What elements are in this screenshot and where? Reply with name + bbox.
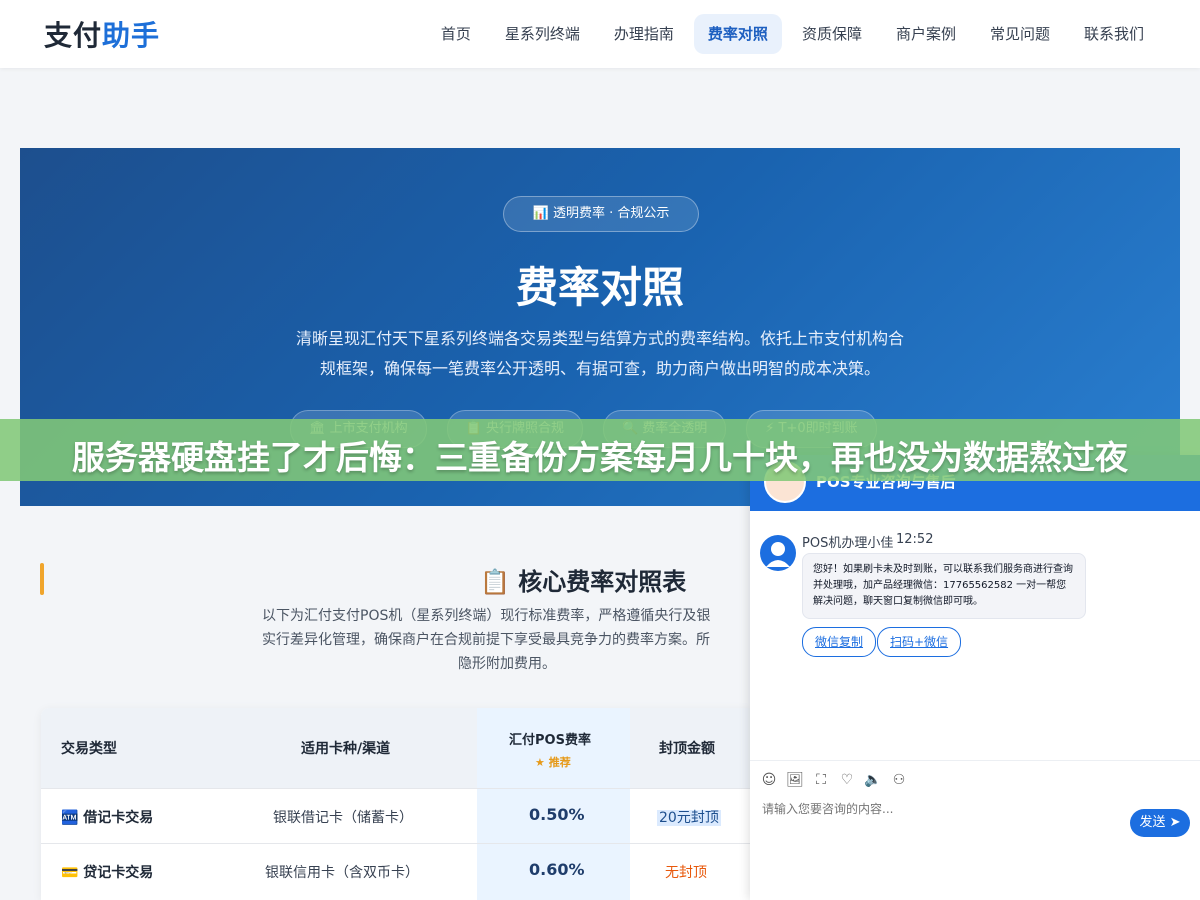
screenshot-icon[interactable]: ⛶	[812, 771, 830, 789]
site-header: 支付助手 首页 星系列终端 办理指南 费率对照 资质保障 商户案例 常见问题 联…	[0, 0, 1200, 68]
row-cap: 无封顶	[665, 865, 707, 881]
table-row: 🏧 借记卡交易 银联借记卡（储蓄卡） 0.50% 20元封顶	[41, 788, 751, 844]
th-card-channel: 适用卡种/渠道	[301, 741, 391, 757]
nav-item-faq[interactable]: 常见问题	[976, 14, 1064, 54]
main-nav: 首页 星系列终端 办理指南 费率对照 资质保障 商户案例 常见问题 联系我们	[427, 14, 1158, 54]
row-channel: 银联借记卡（储蓄卡）	[273, 810, 413, 826]
message-time: 12:52	[896, 532, 934, 547]
wechat-icon[interactable]: ⚇	[890, 771, 908, 789]
hero-desc-line-2: 规框架，确保每一笔费率公开透明、有据可查，助力商户做出明智的成本决策。	[319, 359, 880, 378]
row-rate: 0.50%	[529, 805, 585, 824]
hero-title: 费率对照	[515, 263, 684, 312]
nav-item-contact[interactable]: 联系我们	[1070, 14, 1158, 54]
row-type: 💳 贷记卡交易	[61, 865, 154, 881]
logo-text-part2: 助手	[102, 19, 161, 52]
scan-wechat-button[interactable]: 扫码+微信	[877, 627, 962, 657]
overlay-title-banner: 服务器硬盘挂了才后悔：三重备份方案每月几十块，再也没为数据熬过夜	[0, 419, 1200, 481]
nav-item-home[interactable]: 首页	[427, 14, 485, 54]
section-accent-bar	[40, 563, 44, 595]
voice-icon[interactable]: 🔈	[864, 771, 882, 789]
th-transaction-type: 交易类型	[61, 741, 117, 757]
agent-name: POS机办理小佳	[802, 536, 894, 551]
chat-toolbar: ☺ 🖼 ⛶ ♡ 🔈 ⚇	[750, 760, 1200, 799]
table-row: 💳 贷记卡交易 银联信用卡（含双币卡） 0.60% 无封顶	[41, 843, 751, 899]
nav-item-qualification[interactable]: 资质保障	[788, 14, 876, 54]
message-avatar	[760, 535, 796, 571]
th-pos-rate: 汇付POS费率	[509, 733, 591, 748]
chat-widget: POS专业咨询与售后 POS机办理小佳 12:52 您好！如果刷卡未及时到账，可…	[750, 455, 1200, 900]
nav-item-star-terminals[interactable]: 星系列终端	[491, 14, 594, 54]
message-bubble: 您好！如果刷卡未及时到账，可以联系我们服务商进行查询并处理哦，加产品经理微信：1…	[802, 553, 1086, 619]
hero-description: 清晰呈现汇付天下星系列终端各交易类型与结算方式的费率结构。依托上市支付机构合 规…	[270, 324, 930, 384]
nav-item-rates[interactable]: 费率对照	[693, 14, 782, 54]
image-icon[interactable]: 🖼	[786, 771, 804, 789]
row-channel: 银联信用卡（含双币卡）	[265, 865, 419, 881]
copy-wechat-button[interactable]: 微信复制	[802, 627, 877, 657]
section-desc-line-1: 以下为汇付支付POS机（星系列终端）现行标准费率，严格遵循央行及银	[262, 608, 711, 624]
section-description: 以下为汇付支付POS机（星系列终端）现行标准费率，严格遵循央行及银 实行差异化管…	[262, 604, 752, 676]
emoji-icon[interactable]: ☺	[760, 771, 778, 789]
row-cap: 20元封顶	[657, 810, 721, 826]
user-icon	[766, 542, 790, 567]
send-button[interactable]: 发送 ➤	[1130, 809, 1190, 837]
nav-item-cases[interactable]: 商户案例	[882, 14, 970, 54]
section-title: 📋 核心费率对照表	[480, 568, 687, 596]
site-logo[interactable]: 支付助手	[44, 14, 160, 54]
favorite-icon[interactable]: ♡	[838, 771, 856, 789]
table-header	[41, 708, 751, 788]
section-desc-line-3: 隐形附加费用。	[458, 656, 556, 672]
hero-desc-line-1: 清晰呈现汇付天下星系列终端各交易类型与结算方式的费率结构。依托上市支付机构合	[295, 329, 904, 348]
logo-text-part1: 支付	[44, 19, 103, 52]
hero-badge: 📊 透明费率 · 合规公示	[503, 196, 699, 232]
row-rate: 0.60%	[529, 860, 585, 879]
nav-item-guide[interactable]: 办理指南	[600, 14, 688, 54]
section-desc-line-2: 实行差异化管理，确保商户在合规前提下享受最具竞争力的费率方案。所	[262, 632, 710, 648]
banner-text: 服务器硬盘挂了才后悔：三重备份方案每月几十块，再也没为数据熬过夜	[72, 438, 1128, 477]
row-type: 🏧 借记卡交易	[61, 810, 154, 826]
recommend-badge: ★ 推荐	[535, 756, 571, 769]
rate-table: 交易类型 适用卡种/渠道 汇付POS费率 ★ 推荐 封顶金额 🏧 借记卡交易 银…	[41, 708, 751, 900]
chat-input[interactable]	[760, 801, 1124, 817]
th-cap-amount: 封顶金额	[659, 741, 715, 757]
